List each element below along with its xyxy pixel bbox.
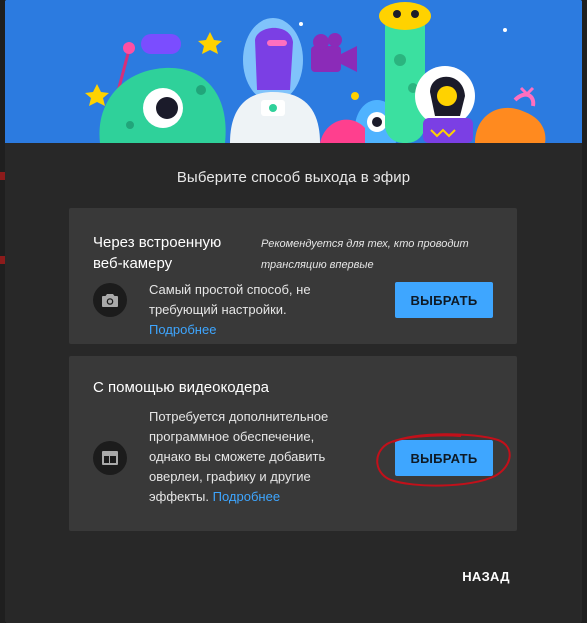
background-page-right bbox=[582, 0, 587, 623]
encoder-option-title: С помощью видеокодера bbox=[93, 379, 270, 396]
red-circle-annotation bbox=[376, 433, 511, 487]
webcam-select-button[interactable]: ВЫБРАТЬ bbox=[395, 282, 493, 318]
broadcast-method-dialog: Выберите способ выхода в эфир Через встр… bbox=[5, 0, 582, 623]
webcam-option-title: Через встроенную веб-камеру bbox=[93, 234, 222, 272]
webcam-option-card: Через встроенную веб-камеру Рекомендуетс… bbox=[69, 208, 517, 344]
encoder-option-description: Потребуется дополнительное программное о… bbox=[149, 407, 359, 507]
encoder-more-link[interactable]: Подробнее bbox=[213, 489, 280, 504]
webcam-recommendation: Рекомендуется для тех, кто проводит тран… bbox=[261, 238, 469, 271]
dialog-heading: Выберите способ выхода в эфир bbox=[176, 169, 411, 186]
hero-illustration bbox=[5, 0, 582, 143]
camera-icon bbox=[93, 283, 127, 317]
webcam-option-description: Самый простой способ, не требующий настр… bbox=[149, 280, 349, 340]
back-button[interactable]: НАЗАД bbox=[451, 564, 521, 588]
webcam-description-text: Самый простой способ, не требующий настр… bbox=[149, 282, 311, 317]
webcam-more-link[interactable]: Подробнее bbox=[149, 322, 216, 337]
encoder-window-icon bbox=[93, 441, 127, 475]
